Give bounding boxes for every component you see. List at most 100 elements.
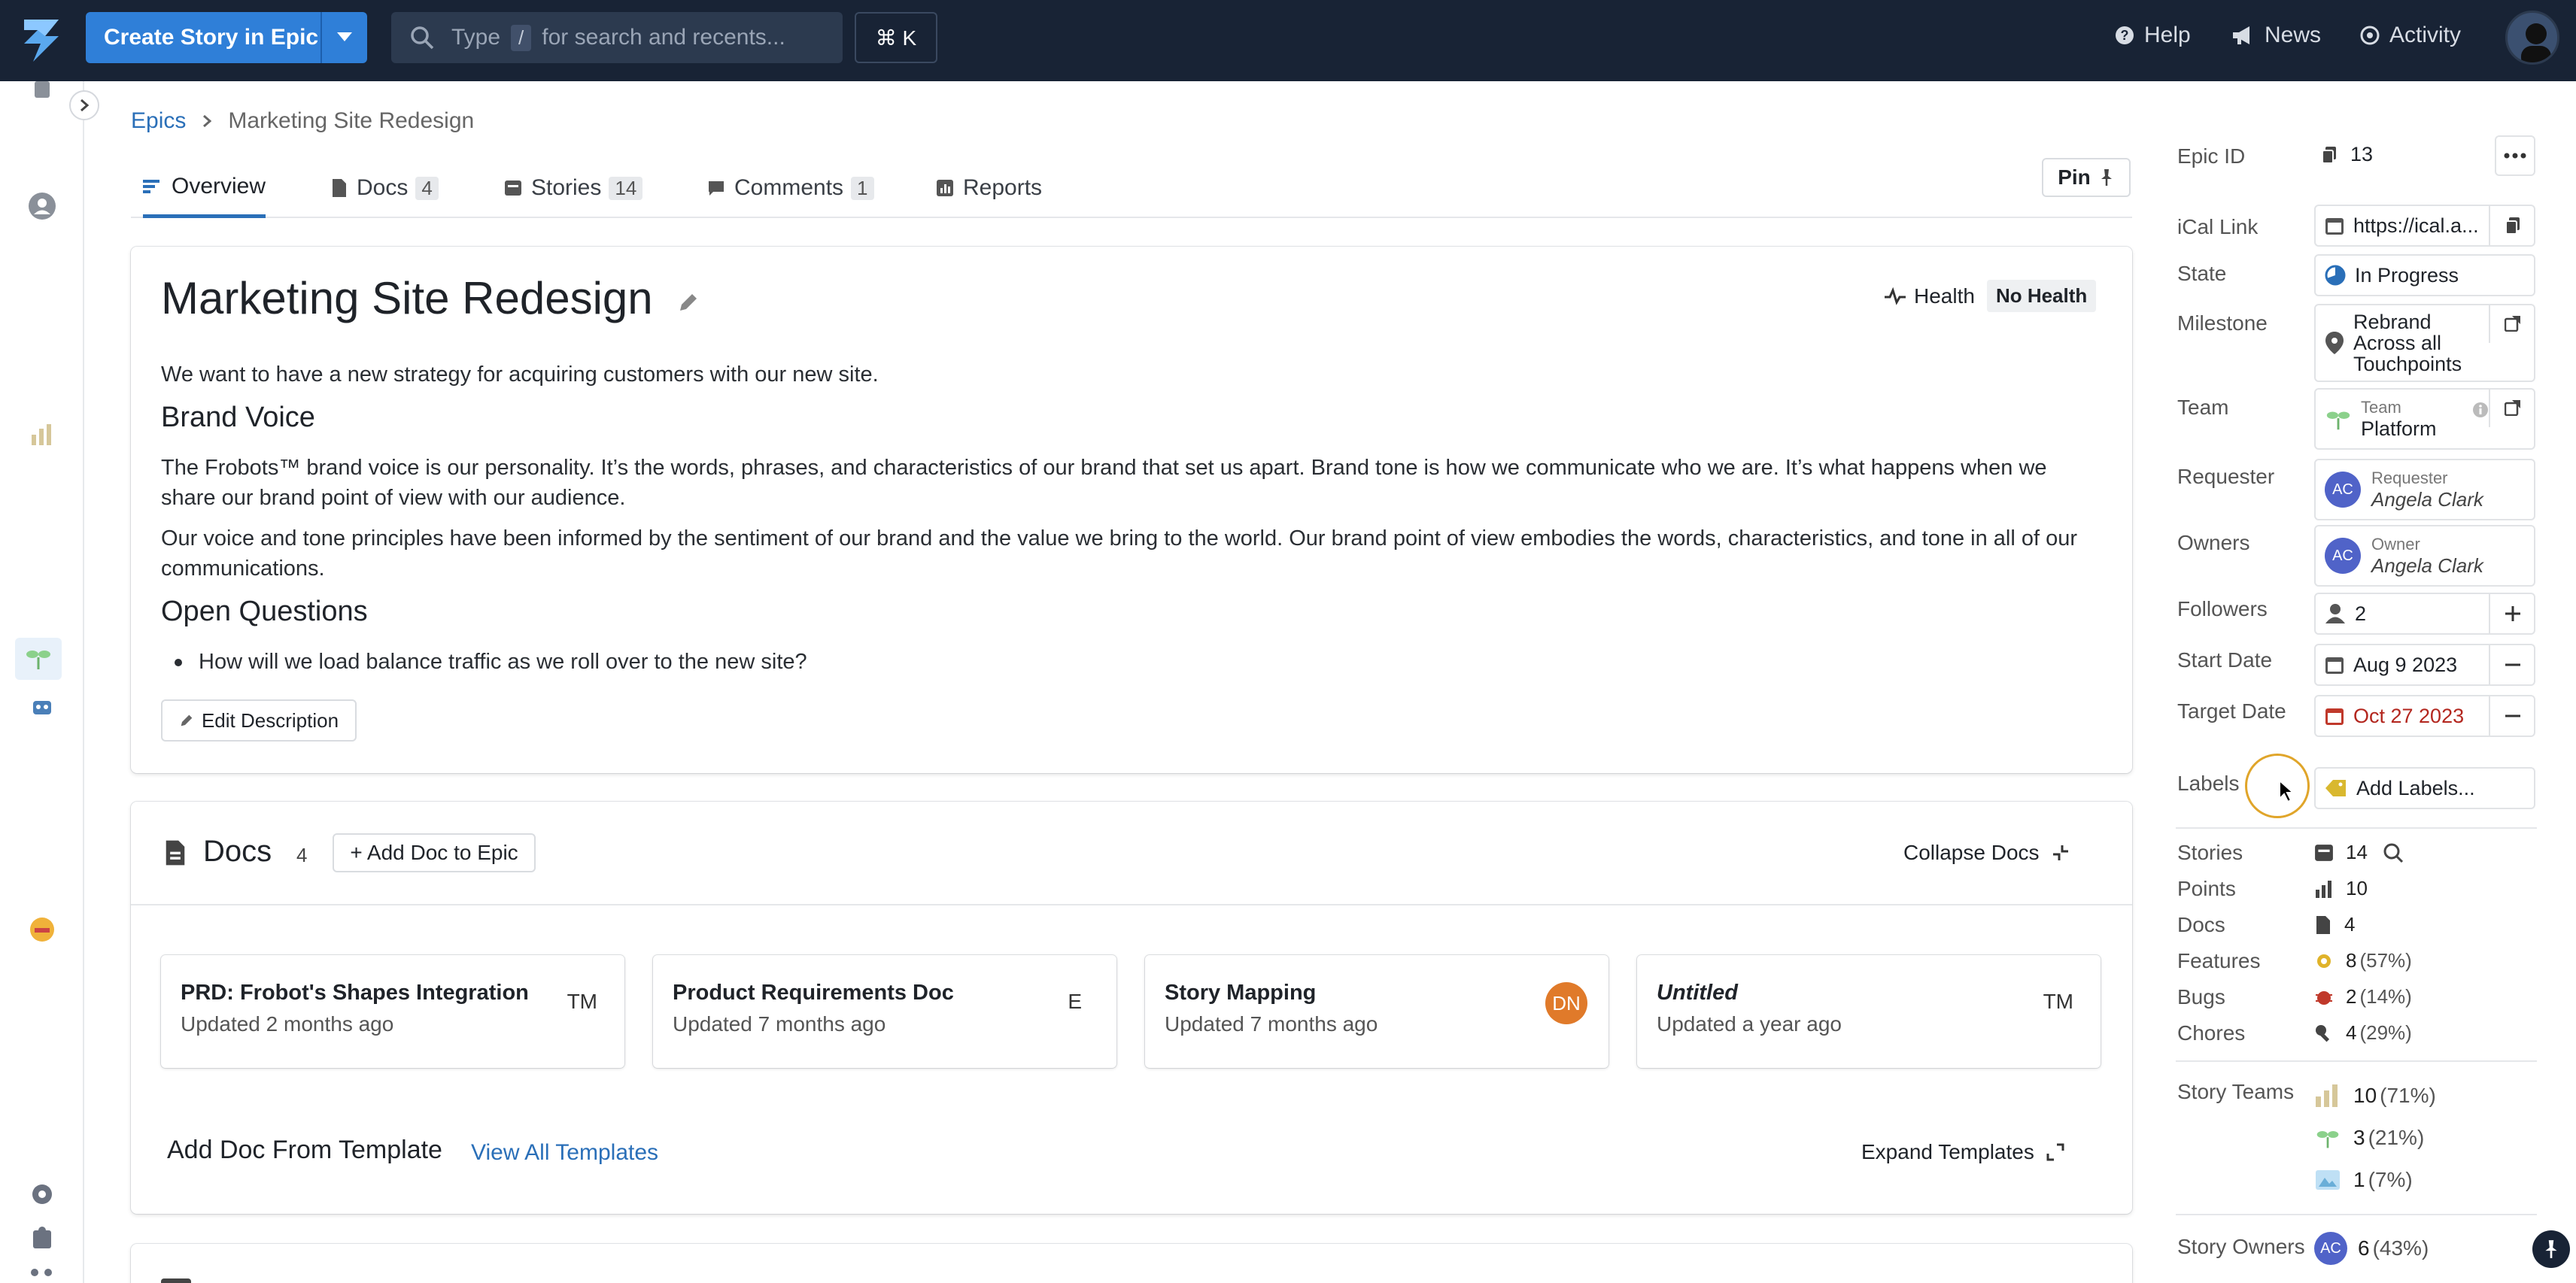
more-nav-icon[interactable] [27,1265,57,1283]
expand-sidebar-button[interactable] [69,90,99,120]
story-team-pct: (7%) [2368,1168,2413,1191]
floating-pin-button[interactable] [2532,1230,2570,1268]
doc-card[interactable]: Product Requirements Doc Updated 7 month… [653,955,1116,1068]
stories-stat: 14 [2314,841,2416,864]
doc-card[interactable]: Story Mapping Updated 7 months ago DN [1145,955,1608,1068]
pin-icon [2545,1240,2557,1258]
overview-icon [143,179,159,193]
edit-description-label: Edit Description [201,708,339,732]
copy-ical-button[interactable] [2489,205,2535,247]
zoom-icon[interactable] [2383,842,2404,863]
more-options-button[interactable] [2495,135,2535,176]
caret-down-icon [337,32,352,41]
copy-icon [2505,217,2520,235]
help-link[interactable]: ? Help [2114,23,2191,48]
doc-updated: Updated 7 months ago [673,1012,886,1036]
doc-title: Story Mapping [1165,981,1317,1005]
epic-id-number: 13 [2350,143,2374,165]
tab-stories[interactable]: Stories 14 [504,158,643,218]
plant-icon [2326,411,2350,430]
add-follower-button[interactable] [2489,593,2535,635]
tab-reports[interactable]: Reports [936,158,1042,218]
tab-comments[interactable]: Comments 1 [707,158,874,218]
features-stat-label: Features [2177,949,2261,972]
story-icon [505,180,521,196]
tab-overview[interactable]: Overview [143,158,266,218]
expand-templates-button[interactable]: Expand Templates [1861,1140,2064,1164]
command-palette-button[interactable]: ⌘ K [855,12,937,63]
points-stat: 10 [2314,877,2368,900]
news-link[interactable]: News [2231,23,2321,48]
doc-card[interactable]: Untitled Updated a year ago TM [1637,955,2101,1068]
epic-title[interactable]: Marketing Site Redesign [161,272,700,324]
labels-label: Labels [2177,772,2240,795]
minus-icon [2505,663,2520,666]
add-labels-button[interactable]: Add Labels... [2314,767,2535,809]
story-team-pct: (71%) [2380,1084,2436,1107]
bugs-stat-pct: (14%) [2359,985,2412,1008]
add-doc-button[interactable]: + Add Doc to Epic [333,833,536,872]
open-team-button[interactable] [2489,388,2535,427]
state-selector[interactable]: In Progress [2314,254,2535,296]
integrations-puzzle-icon[interactable] [27,1224,57,1254]
stories-nav-icon[interactable] [27,81,57,111]
team-avatar-nav-icon[interactable] [27,914,57,945]
story-owner-row: AC 6 (43%) [2314,1232,2429,1265]
story-owners-label: Story Owners [2177,1235,2305,1258]
doc-updated: Updated 7 months ago [1165,1012,1378,1036]
start-date-value: Aug 9 2023 [2353,653,2458,676]
team-sub-label: Team [2361,398,2401,417]
search-input[interactable]: Type / for search and recents... [391,12,843,63]
activity-label: Activity [2389,23,2462,47]
clear-start-date-button[interactable] [2489,644,2535,686]
copy-icon [2322,146,2336,164]
reports-nav-icon[interactable] [27,418,57,448]
tab-docs[interactable]: Docs 4 [331,158,439,218]
pin-button[interactable]: Pin [2042,158,2131,197]
team-platform-nav[interactable] [15,638,62,680]
features-stat-value: 8 [2346,949,2357,972]
health-control[interactable]: Health No Health [1884,280,2097,312]
comment-icon [709,181,724,196]
doc-owner-initials: TM [567,990,597,1013]
story-team-pct: (21%) [2368,1126,2425,1149]
clear-target-date-button[interactable] [2489,695,2535,737]
sidebar-divider [2176,1060,2537,1062]
bugs-stat-label: Bugs [2177,985,2225,1009]
search-placeholder-rest: for search and recents... [542,25,785,50]
doc-title: Untitled [1657,981,1738,1005]
state-value: In Progress [2355,263,2459,287]
doc-card[interactable]: PRD: Frobot's Shapes Integration Updated… [161,955,624,1068]
activity-icon [2360,26,2380,45]
search-shortcut-key: / [511,24,532,51]
owner-sub-label: Owner [2371,535,2420,554]
requester-selector[interactable]: AC Requester Angela Clark [2314,459,2535,520]
open-milestone-button[interactable] [2489,304,2535,343]
shortcut-logo-icon[interactable] [15,14,68,66]
user-avatar[interactable] [2505,11,2559,65]
docs-stat-label: Docs [2177,913,2225,936]
add-labels-label: Add Labels... [2356,776,2475,799]
minus-icon [2505,714,2520,717]
robot-nav-icon[interactable] [27,692,57,722]
collapse-docs-button[interactable]: Collapse Docs [1903,841,2070,865]
settings-gear-icon[interactable] [27,1179,57,1209]
pencil-icon[interactable] [677,291,700,314]
target-date-value: Oct 27 2023 [2353,704,2465,727]
activity-link[interactable]: Activity [2359,23,2461,48]
story-team-count: 1 [2353,1168,2365,1191]
edit-description-button[interactable]: Edit Description [161,699,357,742]
pin-label: Pin [2058,165,2091,189]
owners-selector[interactable]: AC Owner Angela Clark [2314,525,2535,587]
profile-nav-icon[interactable] [27,191,57,221]
plant-icon [26,651,50,669]
create-story-button[interactable]: Create Story in Epic [86,12,367,63]
create-dropdown-button[interactable] [320,12,367,63]
epic-id-value[interactable]: 13 [2322,143,2373,166]
docs-header: Docs 4 + Add Doc to Epic Collapse Docs [131,802,2132,905]
view-all-templates-link[interactable]: View All Templates [471,1140,658,1166]
ellipsis-icon [2504,153,2526,159]
breadcrumb-epics-link[interactable]: Epics [131,108,186,134]
story-owner-count: 6 [2358,1236,2370,1260]
team-value: Platform [2361,417,2437,440]
